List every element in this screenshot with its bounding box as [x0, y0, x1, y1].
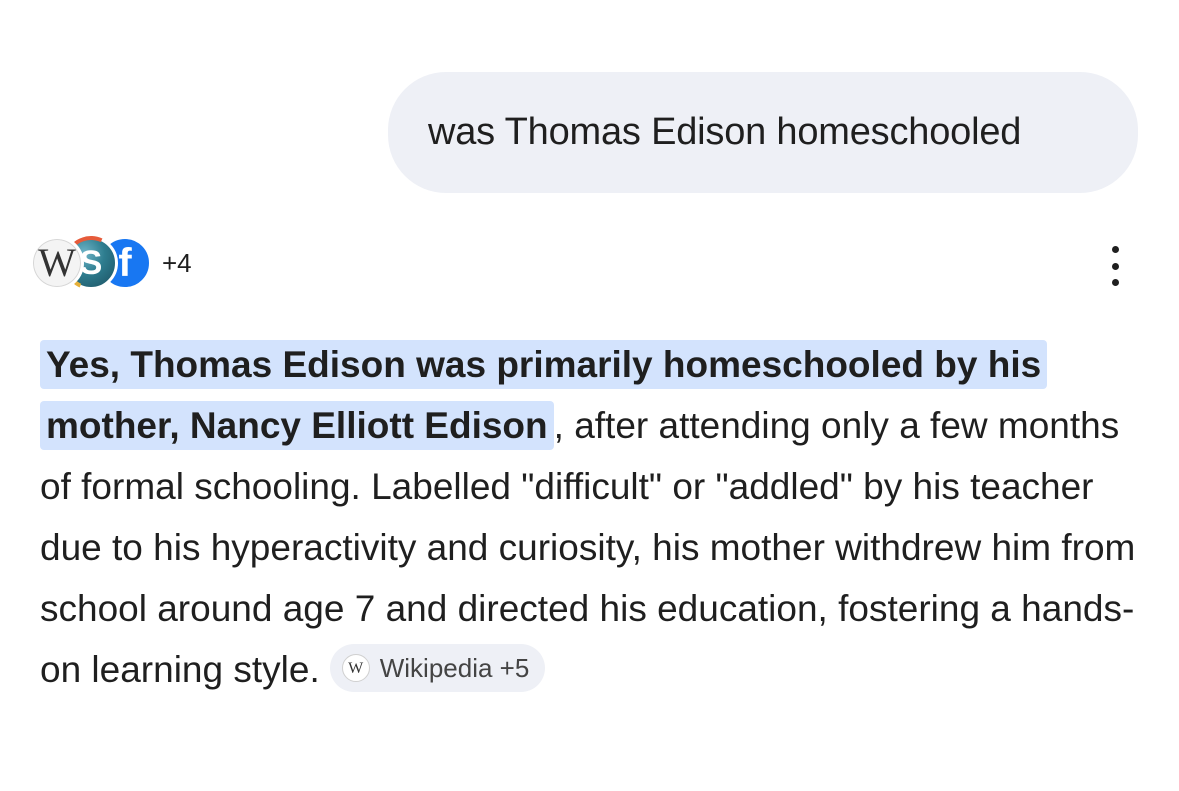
user-query-text: was Thomas Edison homeschooled — [428, 111, 1022, 153]
user-query-bubble: was Thomas Edison homeschooled — [388, 72, 1138, 193]
kebab-dot — [1111, 246, 1119, 253]
citation-chip[interactable]: W Wikipedia +5 — [329, 644, 546, 693]
kebab-dot — [1111, 262, 1119, 270]
ai-answer-text: Yes, Thomas Edison was primarily homesch… — [40, 334, 1150, 700]
citation-label: Wikipedia +5 — [379, 653, 530, 684]
more-sources-count[interactable]: +4 — [162, 248, 192, 279]
wikipedia-small-icon: W — [341, 654, 370, 683]
kebab-dot — [1111, 279, 1119, 286]
more-options-icon[interactable] — [1100, 246, 1130, 286]
sources-row[interactable]: W S f +4 — [30, 233, 192, 293]
wikipedia-icon[interactable]: W — [30, 236, 84, 290]
